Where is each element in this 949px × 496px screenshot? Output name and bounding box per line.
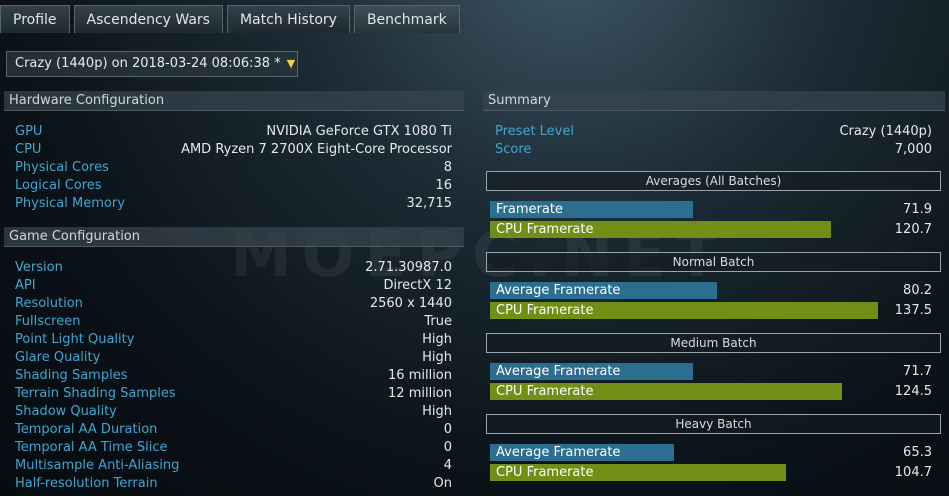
game-config-value: 2.71.30987.0 <box>365 260 452 275</box>
summary-value: Crazy (1440p) <box>839 124 932 139</box>
summary-key: Preset Level <box>495 124 574 139</box>
bar-value: 71.9 <box>903 202 932 217</box>
bar-value: 137.5 <box>894 303 932 318</box>
chevron-down-icon: ▼ <box>286 57 296 70</box>
bar-label: Average Framerate <box>496 364 621 379</box>
hardware-config-value: AMD Ryzen 7 2700X Eight-Core Processor <box>181 142 452 157</box>
hardware-config-key: Physical Cores <box>15 160 109 175</box>
game-config-row: Version 2.71.30987.0 <box>15 259 452 277</box>
run-select-label: Crazy (1440p) on 2018-03-24 08:06:38 * <box>15 56 281 71</box>
bar-row: Average Framerate 80.2 <box>490 282 942 299</box>
hardware-config-value: NVIDIA GeForce GTX 1080 Ti <box>266 124 452 139</box>
hardware-config-row: Physical Memory 32,715 <box>15 195 452 213</box>
game-config-key: Terrain Shading Samples <box>15 386 176 401</box>
bar-value: 124.5 <box>894 384 932 399</box>
game-config-row: Temporal AA Duration 0 <box>15 421 452 439</box>
game-config-key: Shadow Quality <box>15 404 117 419</box>
game-config-header: Game Configuration <box>4 227 464 247</box>
hardware-config-row: Logical Cores 16 <box>15 177 452 195</box>
bar-row: Average Framerate 71.7 <box>490 363 942 380</box>
summary-header: Summary <box>483 91 945 111</box>
game-config-row: Temporal AA Time Slice 0 <box>15 439 452 457</box>
batch-header: Medium Batch <box>486 333 941 353</box>
game-config-key: Multisample Anti-Aliasing <box>15 458 180 473</box>
hardware-config-value: 8 <box>443 160 452 175</box>
game-config-value: 4 <box>443 458 452 473</box>
bar-label: Average Framerate <box>496 283 621 298</box>
hardware-config-value: 16 <box>435 178 452 193</box>
game-config-row: Multisample Anti-Aliasing 4 <box>15 457 452 475</box>
bar-value: 80.2 <box>903 283 932 298</box>
game-config-row: Point Light Quality High <box>15 331 452 349</box>
hardware-config-row: CPU AMD Ryzen 7 2700X Eight-Core Processo… <box>15 141 452 159</box>
summary-key: Score <box>495 142 532 157</box>
game-config-row: Shadow Quality High <box>15 403 452 421</box>
game-config-row: Glare Quality High <box>15 349 452 367</box>
game-config-key: Resolution <box>15 296 83 311</box>
game-config-key: Temporal AA Time Slice <box>15 440 168 455</box>
game-config-value: DirectX 12 <box>383 278 452 293</box>
tab-bar: Profile Ascendency Wars Match History Be… <box>0 5 464 33</box>
bar-value: 120.7 <box>894 222 932 237</box>
bar-label: CPU Framerate <box>496 465 594 480</box>
hardware-config-row: GPU NVIDIA GeForce GTX 1080 Ti <box>15 123 452 141</box>
game-config-row: Fullscreen True <box>15 313 452 331</box>
summary-value: 7,000 <box>894 142 932 157</box>
game-config-row: API DirectX 12 <box>15 277 452 295</box>
bar-row: CPU Framerate 124.5 <box>490 383 942 400</box>
game-config-row: Shading Samples 16 million <box>15 367 452 385</box>
bar-row: CPU Framerate 137.5 <box>490 302 942 319</box>
game-config-value: 16 million <box>388 368 452 383</box>
tab-profile[interactable]: Profile <box>0 5 70 33</box>
game-config-key: Half-resolution Terrain <box>15 476 158 491</box>
bar-value: 104.7 <box>894 465 932 480</box>
game-config-value: High <box>422 404 452 419</box>
bar-label: Average Framerate <box>496 445 621 460</box>
game-config-key: Version <box>15 260 63 275</box>
hardware-config-row: Physical Cores 8 <box>15 159 452 177</box>
game-config-value: On <box>433 476 452 491</box>
bar-value: 71.7 <box>903 364 932 379</box>
bar-row: Average Framerate 65.3 <box>490 444 942 461</box>
game-config-value: True <box>424 314 452 329</box>
hardware-config-key: CPU <box>15 142 42 157</box>
tab-match-history[interactable]: Match History <box>226 5 350 33</box>
summary-row: Score 7,000 <box>495 141 932 159</box>
batch-header: Normal Batch <box>486 252 941 272</box>
game-config-value: High <box>422 332 452 347</box>
game-config-value: 0 <box>443 440 452 455</box>
bar-row: CPU Framerate 104.7 <box>490 464 942 481</box>
game-config-value: 0 <box>443 422 452 437</box>
summary-row: Preset Level Crazy (1440p) <box>495 123 932 141</box>
game-config-row: Half-resolution Terrain On <box>15 475 452 493</box>
bar-value: 65.3 <box>903 445 932 460</box>
hardware-config-key: GPU <box>15 124 43 139</box>
batch-header: Averages (All Batches) <box>486 171 941 191</box>
game-config-key: Temporal AA Duration <box>15 422 158 437</box>
tab-benchmark[interactable]: Benchmark <box>353 5 460 33</box>
game-config-row: Terrain Shading Samples 12 million <box>15 385 452 403</box>
bar-label: CPU Framerate <box>496 384 594 399</box>
game-config-key: API <box>15 278 36 293</box>
bar-label: CPU Framerate <box>496 222 594 237</box>
run-select-dropdown[interactable]: Crazy (1440p) on 2018-03-24 08:06:38 * ▼ <box>6 51 298 77</box>
hardware-config-value: 32,715 <box>406 196 453 211</box>
bar-label: CPU Framerate <box>496 303 594 318</box>
hardware-config-key: Logical Cores <box>15 178 102 193</box>
game-config-key: Point Light Quality <box>15 332 135 347</box>
game-config-value: 12 million <box>388 386 452 401</box>
game-config-value: High <box>422 350 452 365</box>
hardware-config-header: Hardware Configuration <box>4 91 464 111</box>
hardware-config-key: Physical Memory <box>15 196 125 211</box>
bar-label: Framerate <box>496 202 563 217</box>
tab-ascendency-wars[interactable]: Ascendency Wars <box>73 5 223 33</box>
game-config-row: Resolution 2560 x 1440 <box>15 295 452 313</box>
bar-row: CPU Framerate 120.7 <box>490 221 942 238</box>
batch-header: Heavy Batch <box>486 414 941 434</box>
game-config-key: Glare Quality <box>15 350 101 365</box>
game-config-value: 2560 x 1440 <box>369 296 452 311</box>
game-config-key: Shading Samples <box>15 368 128 383</box>
game-config-key: Fullscreen <box>15 314 81 329</box>
bar-row: Framerate 71.9 <box>490 201 942 218</box>
